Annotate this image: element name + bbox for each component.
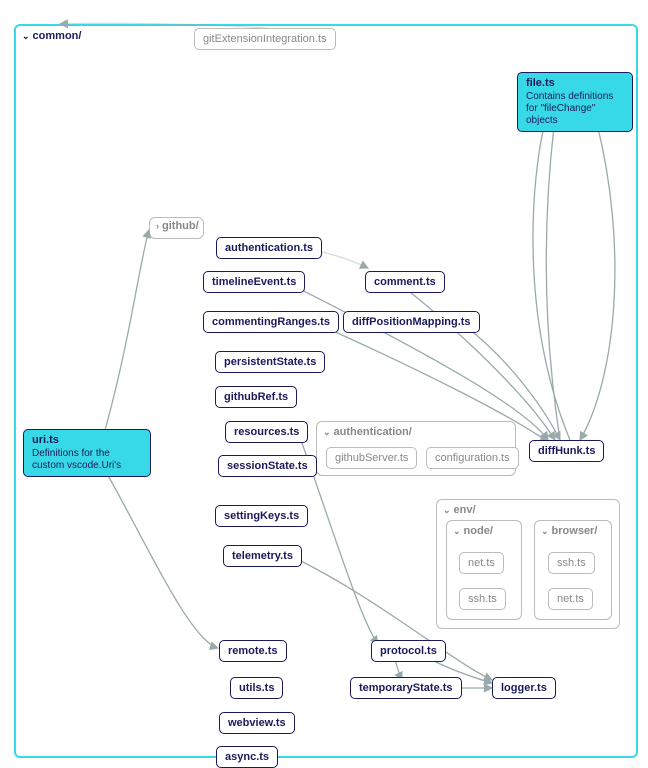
node-label: comment.ts xyxy=(374,276,436,288)
node-temporaryState[interactable]: temporaryState.ts xyxy=(350,677,462,699)
node-label: ssh.ts xyxy=(468,593,497,605)
node-remote[interactable]: remote.ts xyxy=(219,640,287,662)
node-comment[interactable]: comment.ts xyxy=(365,271,445,293)
node-desc: Definitions for the custom vscode.Uri's xyxy=(32,448,142,472)
node-sessionState[interactable]: sessionState.ts xyxy=(218,455,317,477)
group-label: github/ xyxy=(162,220,199,232)
node-githubServer[interactable]: githubServer.ts xyxy=(326,447,417,469)
node-label: uri.ts xyxy=(32,434,142,446)
group-label: env/ xyxy=(454,504,476,516)
node-label: gitExtensionIntegration.ts xyxy=(203,33,327,45)
chevron-down-icon: ⌄ xyxy=(443,505,451,516)
node-settingKeys[interactable]: settingKeys.ts xyxy=(215,505,308,527)
node-label: configuration.ts xyxy=(435,452,510,464)
node-configuration[interactable]: configuration.ts xyxy=(426,447,519,469)
node-label: webview.ts xyxy=(228,717,286,729)
node-file[interactable]: file.ts Contains definitions for "fileCh… xyxy=(517,72,633,132)
chevron-down-icon: ⌄ xyxy=(453,526,461,537)
group-common[interactable]: ⌄common/ xyxy=(14,24,638,758)
group-github[interactable]: ›github/ xyxy=(149,217,204,239)
node-resources[interactable]: resources.ts xyxy=(225,421,308,443)
node-githubRef[interactable]: githubRef.ts xyxy=(215,386,297,408)
node-label: net.ts xyxy=(468,557,495,569)
node-label: commentingRanges.ts xyxy=(212,316,330,328)
node-browser-net[interactable]: net.ts xyxy=(548,588,593,610)
chevron-down-icon: ⌄ xyxy=(323,427,331,438)
node-async[interactable]: async.ts xyxy=(216,746,278,768)
node-webview[interactable]: webview.ts xyxy=(219,712,295,734)
node-timelineEvent[interactable]: timelineEvent.ts xyxy=(203,271,305,293)
node-diffPositionMapping[interactable]: diffPositionMapping.ts xyxy=(343,311,480,333)
node-logger[interactable]: logger.ts xyxy=(492,677,556,699)
node-label: sessionState.ts xyxy=(227,460,308,472)
node-label: remote.ts xyxy=(228,645,278,657)
node-label: net.ts xyxy=(557,593,584,605)
node-label: telemetry.ts xyxy=(232,550,293,562)
node-label: ssh.ts xyxy=(557,557,586,569)
node-browser-ssh[interactable]: ssh.ts xyxy=(548,552,595,574)
node-label: diffPositionMapping.ts xyxy=(352,316,471,328)
chevron-down-icon: ⌄ xyxy=(541,526,549,537)
node-label: authentication.ts xyxy=(225,242,313,254)
node-label: logger.ts xyxy=(501,682,547,694)
node-telemetry[interactable]: telemetry.ts xyxy=(223,545,302,567)
node-label: githubRef.ts xyxy=(224,391,288,403)
node-label: githubServer.ts xyxy=(335,452,408,464)
node-utils[interactable]: utils.ts xyxy=(230,677,283,699)
node-gitExtensionIntegration[interactable]: gitExtensionIntegration.ts xyxy=(194,28,336,50)
chevron-down-icon: ⌄ xyxy=(22,31,30,42)
group-label: authentication/ xyxy=(334,426,412,438)
group-label: node/ xyxy=(464,525,493,537)
chevron-right-icon: › xyxy=(156,221,159,231)
node-diffHunk[interactable]: diffHunk.ts xyxy=(529,440,604,462)
node-label: settingKeys.ts xyxy=(224,510,299,522)
node-desc: Contains definitions for "fileChange" ob… xyxy=(526,91,624,127)
group-label: browser/ xyxy=(552,525,598,537)
node-label: temporaryState.ts xyxy=(359,682,453,694)
node-persistentState[interactable]: persistentState.ts xyxy=(215,351,325,373)
group-label: common/ xyxy=(33,30,82,42)
node-node-ssh[interactable]: ssh.ts xyxy=(459,588,506,610)
node-label: diffHunk.ts xyxy=(538,445,595,457)
node-label: persistentState.ts xyxy=(224,356,316,368)
node-node-net[interactable]: net.ts xyxy=(459,552,504,574)
node-uri[interactable]: uri.ts Definitions for the custom vscode… xyxy=(23,429,151,477)
node-label: protocol.ts xyxy=(380,645,437,657)
node-label: resources.ts xyxy=(234,426,299,438)
node-label: file.ts xyxy=(526,77,624,89)
node-label: utils.ts xyxy=(239,682,274,694)
node-label: timelineEvent.ts xyxy=(212,276,296,288)
node-protocol[interactable]: protocol.ts xyxy=(371,640,446,662)
node-authentication[interactable]: authentication.ts xyxy=(216,237,322,259)
node-commentingRanges[interactable]: commentingRanges.ts xyxy=(203,311,339,333)
node-label: async.ts xyxy=(225,751,269,763)
